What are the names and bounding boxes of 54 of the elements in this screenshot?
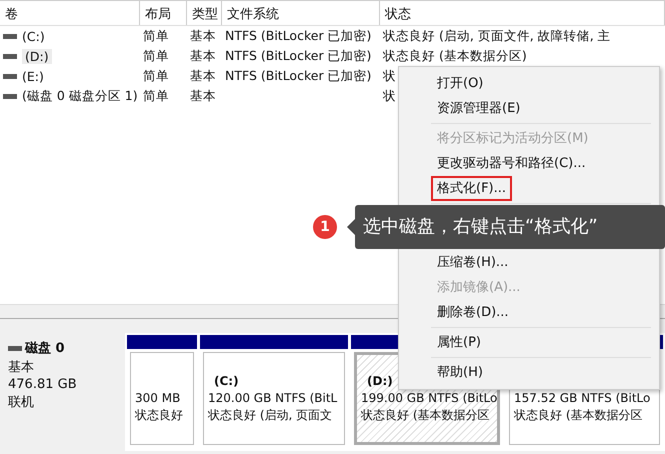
menu-item[interactable]: 资源管理器(E) [431,96,526,121]
disk-size: 476.81 GB [8,377,78,392]
drive-icon [3,54,17,58]
menu-item[interactable]: 压缩卷(H)... [431,250,514,275]
table-cell: 状 [383,68,396,84]
menu-item[interactable]: 删除卷(D)... [431,300,515,325]
partition-label: (C:) [213,374,240,388]
table-cell: 基本 [190,48,216,64]
drive-icon [3,94,17,98]
partition-block[interactable]: 300 MB 状态良好 [130,352,194,445]
partition-status: 状态良好 [135,406,184,424]
table-cell: 状态良好 (基本数据分区) [383,48,527,64]
table-cell: NTFS (BitLocker 已加密) [225,48,372,64]
partition-status: 状态良好 (启动, 页面文 [208,406,334,424]
table-cell: 简单 [143,28,169,44]
table-cell: (C:) [22,28,45,44]
partition-size: 120.00 GB NTFS (BitL [208,390,338,404]
menu-item[interactable]: 打开(O) [431,71,490,96]
partition-label: (D:) [366,374,394,388]
table-cell: (磁盘 0 磁盘分区 1) [22,88,138,104]
drive-icon [3,34,17,38]
partition-status: 状态良好 (基本数据分区 [514,406,644,424]
column-header[interactable]: 文件系统 [222,1,380,25]
callout-pointer-icon [347,219,355,235]
table-cell: 状态良好 (启动, 页面文件, 故障转储, 主 [383,28,611,44]
table-cell: 基本 [190,68,216,84]
menu-item[interactable]: 帮助(H) [431,360,489,385]
callout-tooltip: 选中磁盘，右键点击“格式化” [355,205,665,249]
table-cell: (E:) [22,68,44,84]
column-header[interactable]: 卷 [0,1,140,25]
table-cell: (D:) [22,48,52,64]
table-cell: 简单 [143,68,169,84]
table-cell: 基本 [190,28,216,44]
disk-type: 基本 [8,359,35,376]
table-cell: NTFS (BitLocker 已加密) [225,68,372,84]
disk-name: 磁盘 0 [25,340,65,357]
disk-status: 联机 [8,394,35,411]
table-cell: 简单 [143,88,169,104]
column-header[interactable]: 布局 [140,1,187,25]
table-cell: 状 [383,88,396,104]
partition-status: 状态良好 (基本数据分区 [361,406,490,424]
menu-item[interactable]: 格式化(F)... [431,176,512,201]
partition-size: 157.52 GB NTFS (BitLo [514,390,652,404]
menu-item[interactable]: 属性(P) [431,330,487,355]
partition-size: 300 MB [135,390,182,404]
table-cell: 简单 [143,48,169,64]
table-cell: NTFS (BitLocker 已加密) [225,28,372,44]
menu-item[interactable]: 更改驱动器号和路径(C)... [431,151,592,176]
table-cell: 基本 [190,88,216,104]
column-header[interactable]: 状态 [380,1,665,25]
column-header[interactable]: 类型 [187,1,222,25]
partition-header-bar [127,335,197,349]
partition-block[interactable]: (C:) 120.00 GB NTFS (BitL 状态良好 (启动, 页面文 [203,352,345,445]
drive-icon [3,74,17,78]
